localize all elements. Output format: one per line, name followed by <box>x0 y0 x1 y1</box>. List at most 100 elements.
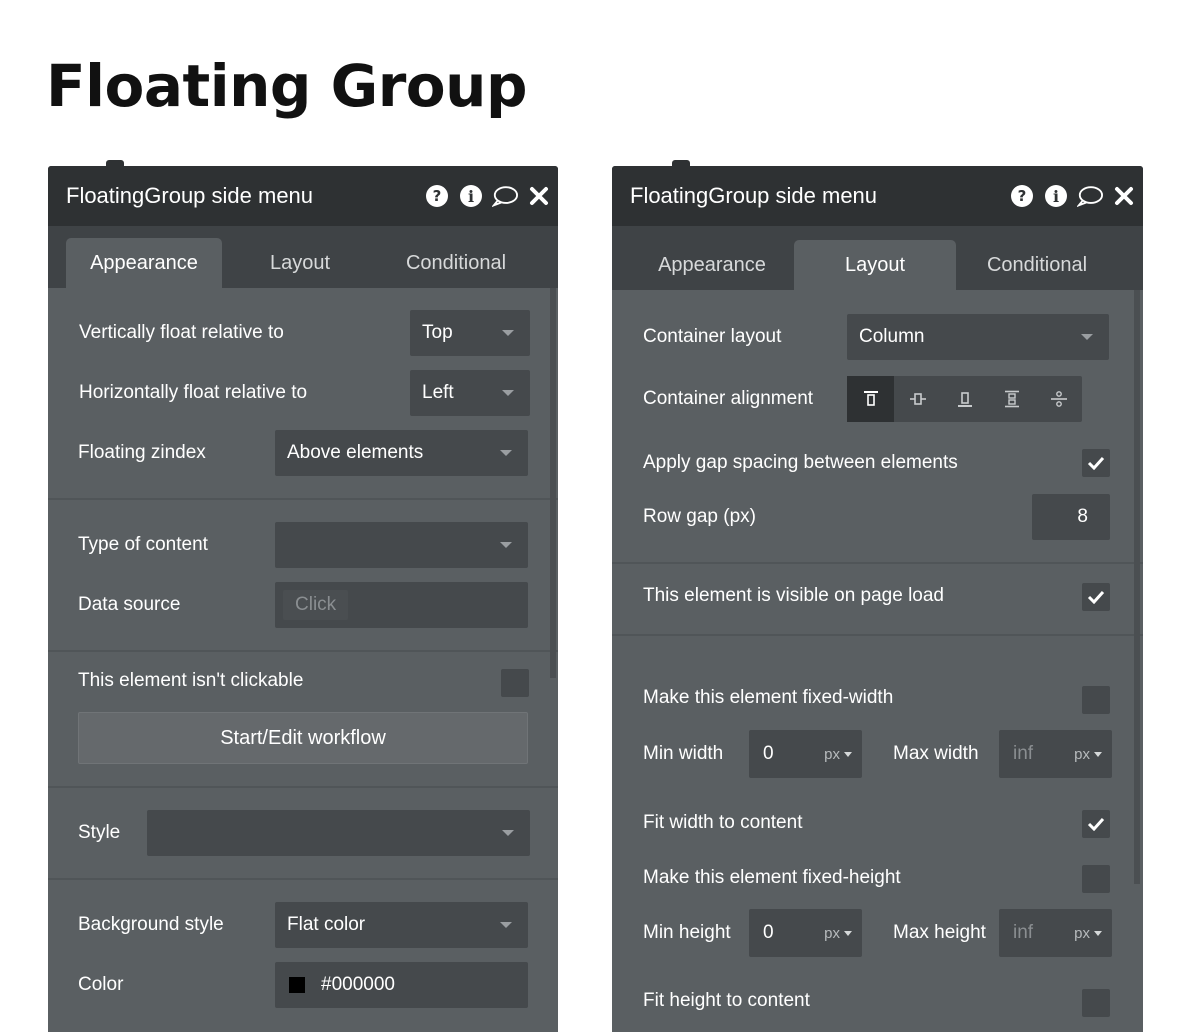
background-style-dropdown[interactable]: Flat color <box>275 902 528 948</box>
zindex-value: Above elements <box>287 442 424 463</box>
page-title: Floating Group <box>46 52 527 120</box>
close-icon[interactable] <box>526 183 552 209</box>
info-icon[interactable]: i <box>1043 183 1069 209</box>
background-style-value: Flat color <box>287 914 366 935</box>
tab-conditional[interactable]: Conditional <box>956 240 1118 290</box>
max-height-value: inf <box>1013 922 1034 943</box>
color-label: Color <box>78 974 124 995</box>
zindex-dropdown[interactable]: Above elements <box>275 430 528 476</box>
min-height-unit-dropdown[interactable]: px <box>824 925 852 942</box>
data-source-field[interactable]: Click <box>275 582 528 628</box>
fit-width-checkbox[interactable] <box>1082 810 1110 838</box>
background-style-label: Background style <box>78 914 224 935</box>
svg-text:?: ? <box>1018 187 1027 205</box>
container-layout-label: Container layout <box>643 326 782 347</box>
fit-height-label: Fit height to content <box>643 990 810 1011</box>
caret-down-icon <box>844 751 852 757</box>
chevron-down-icon <box>502 390 514 396</box>
tab-bar: Appearance Layout Conditional <box>612 226 1143 290</box>
unit-label: px <box>824 745 840 763</box>
visible-on-load-checkbox[interactable] <box>1082 583 1110 611</box>
fixed-width-label: Make this element fixed-width <box>643 687 894 708</box>
type-of-content-label: Type of content <box>78 534 208 555</box>
vertical-float-dropdown[interactable]: Top <box>410 310 530 356</box>
style-label: Style <box>78 822 121 843</box>
color-picker[interactable]: #000000 <box>275 962 528 1008</box>
min-width-unit-dropdown[interactable]: px <box>824 746 852 763</box>
max-height-unit-dropdown[interactable]: px <box>1074 925 1102 942</box>
caret-down-icon <box>1094 930 1102 936</box>
row-gap-input[interactable]: 8 <box>1032 494 1110 540</box>
panel-title: FloatingGroup side menu <box>66 183 314 208</box>
panel-header[interactable]: FloatingGroup side menu ? i <box>612 166 1143 226</box>
property-editor-appearance: FloatingGroup side menu ? i Appearance L… <box>48 166 558 1032</box>
panel-header[interactable]: FloatingGroup side menu ? i <box>48 166 558 226</box>
unit-label: px <box>824 924 840 942</box>
checkmark-icon <box>1087 456 1105 470</box>
max-width-label: Max width <box>893 743 979 764</box>
tab-layout[interactable]: Layout <box>222 238 378 288</box>
caret-down-icon <box>844 930 852 936</box>
align-center-vertical-icon[interactable] <box>894 376 941 422</box>
tab-appearance[interactable]: Appearance <box>66 238 222 288</box>
chevron-down-icon <box>502 330 514 336</box>
svg-text:i: i <box>1053 187 1059 206</box>
tab-appearance[interactable]: Appearance <box>630 240 794 290</box>
align-top-icon[interactable] <box>847 376 894 422</box>
divider <box>48 498 558 500</box>
data-source-label: Data source <box>78 594 181 615</box>
fixed-width-checkbox[interactable] <box>1082 686 1110 714</box>
space-between-icon[interactable] <box>988 376 1035 422</box>
fit-width-label: Fit width to content <box>643 812 803 833</box>
fixed-height-checkbox[interactable] <box>1082 865 1110 893</box>
min-height-input[interactable]: 0 px <box>749 909 862 957</box>
unit-label: px <box>1074 745 1090 763</box>
container-alignment-group <box>847 376 1082 422</box>
container-alignment-label: Container alignment <box>643 388 814 409</box>
tab-conditional[interactable]: Conditional <box>378 238 534 288</box>
vertical-float-label: Vertically float relative to <box>79 322 284 343</box>
chevron-down-icon <box>502 830 514 836</box>
zindex-label: Floating zindex <box>78 442 206 463</box>
max-height-input[interactable]: inf px <box>999 909 1112 957</box>
divider <box>612 634 1143 636</box>
help-icon[interactable]: ? <box>1009 183 1035 209</box>
chevron-down-icon <box>500 450 512 456</box>
comment-icon[interactable] <box>492 183 518 209</box>
checkmark-icon <box>1087 817 1105 831</box>
gap-spacing-checkbox[interactable] <box>1082 449 1110 477</box>
help-icon[interactable]: ? <box>424 183 450 209</box>
close-icon[interactable] <box>1111 183 1137 209</box>
unit-label: px <box>1074 924 1090 942</box>
style-dropdown[interactable] <box>147 810 530 856</box>
color-value: #000000 <box>321 974 395 995</box>
property-editor-layout: FloatingGroup side menu ? i Appearance L… <box>612 166 1143 1032</box>
not-clickable-checkbox[interactable] <box>501 669 529 697</box>
container-layout-dropdown[interactable]: Column <box>847 314 1109 360</box>
min-width-input[interactable]: 0 px <box>749 730 862 778</box>
space-around-icon[interactable] <box>1035 376 1082 422</box>
chevron-down-icon <box>1081 334 1093 340</box>
tab-layout[interactable]: Layout <box>794 240 956 290</box>
max-width-unit-dropdown[interactable]: px <box>1074 746 1102 763</box>
checkmark-icon <box>1087 590 1105 604</box>
type-of-content-dropdown[interactable] <box>275 522 528 568</box>
horizontal-float-dropdown[interactable]: Left <box>410 370 530 416</box>
max-width-input[interactable]: inf px <box>999 730 1112 778</box>
gap-spacing-label: Apply gap spacing between elements <box>643 452 958 473</box>
data-source-placeholder[interactable]: Click <box>283 590 349 620</box>
chevron-down-icon <box>500 542 512 548</box>
scrollbar[interactable] <box>1134 290 1140 884</box>
svg-text:?: ? <box>433 187 442 205</box>
align-bottom-icon[interactable] <box>941 376 988 422</box>
start-edit-workflow-button[interactable]: Start/Edit workflow <box>78 712 528 764</box>
svg-text:i: i <box>468 187 474 206</box>
color-swatch[interactable] <box>289 977 305 993</box>
caret-down-icon <box>1094 751 1102 757</box>
scrollbar[interactable] <box>550 288 556 678</box>
info-icon[interactable]: i <box>458 183 484 209</box>
fit-height-checkbox[interactable] <box>1082 989 1110 1017</box>
divider <box>48 786 558 788</box>
comment-icon[interactable] <box>1077 183 1103 209</box>
container-layout-value: Column <box>859 326 925 347</box>
